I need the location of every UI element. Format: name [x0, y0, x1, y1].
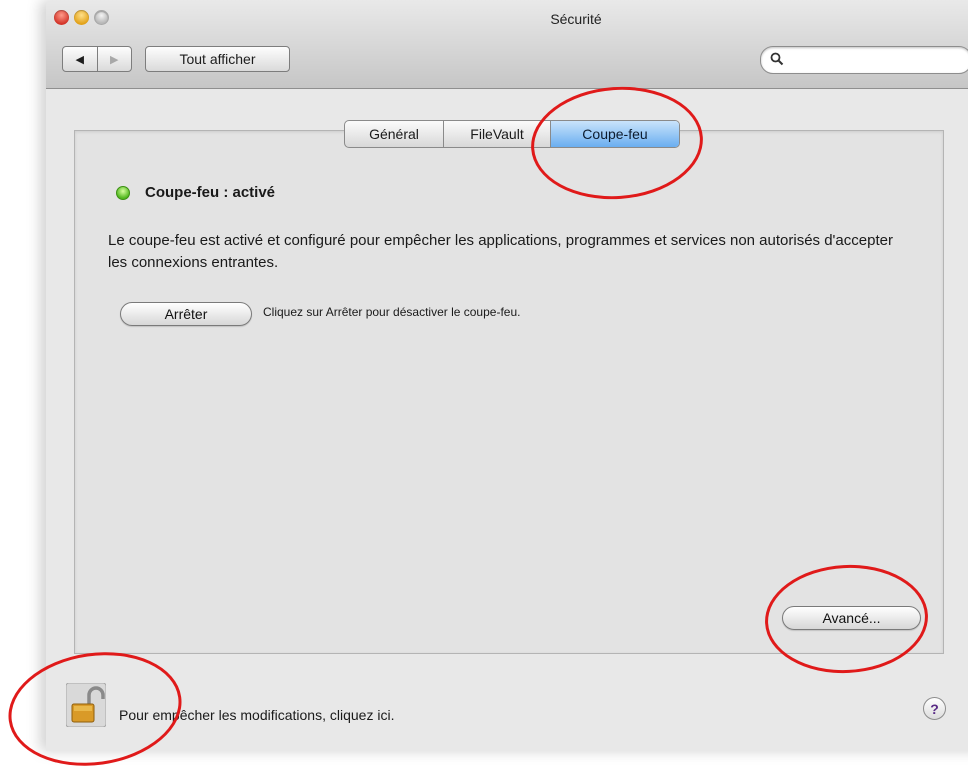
- stop-firewall-button[interactable]: Arrêter: [120, 302, 252, 326]
- back-arrow-icon: ◀: [75, 52, 84, 66]
- advanced-button[interactable]: Avancé...: [782, 606, 921, 630]
- tab-general[interactable]: Général: [345, 121, 444, 147]
- tab-filevault[interactable]: FileVault: [444, 121, 551, 147]
- search-field[interactable]: [760, 46, 968, 74]
- firewall-description: Le coupe-feu est activé et configuré pou…: [108, 232, 893, 271]
- forward-arrow-icon: ▶: [110, 52, 119, 66]
- firewall-status-indicator-icon: [116, 186, 130, 200]
- stop-hint-text: Cliquez sur Arrêter pour désactiver le c…: [263, 305, 521, 319]
- window-toolbar: Sécurité ◀ ▶ Tout afficher: [46, 0, 968, 89]
- search-input[interactable]: [789, 50, 963, 70]
- forward-button[interactable]: ▶: [98, 47, 132, 71]
- preferences-window: Sécurité ◀ ▶ Tout afficher Général FileV…: [1, 0, 968, 777]
- firewall-status-label: Coupe-feu : activé: [145, 184, 276, 201]
- search-icon: [770, 52, 784, 66]
- tab-firewall[interactable]: Coupe-feu: [551, 121, 679, 147]
- tab-bar: Général FileVault Coupe-feu: [344, 120, 680, 148]
- back-button[interactable]: ◀: [63, 47, 98, 71]
- padlock-open-icon[interactable]: [66, 683, 106, 727]
- tab-content-panel: [74, 130, 944, 654]
- window-title: Sécurité: [550, 11, 602, 27]
- navigation-segment: ◀ ▶: [62, 46, 132, 72]
- help-button[interactable]: ?: [923, 697, 946, 720]
- lock-instruction-text: Pour empêcher les modifications, cliquez…: [119, 707, 395, 723]
- show-all-button[interactable]: Tout afficher: [145, 46, 290, 72]
